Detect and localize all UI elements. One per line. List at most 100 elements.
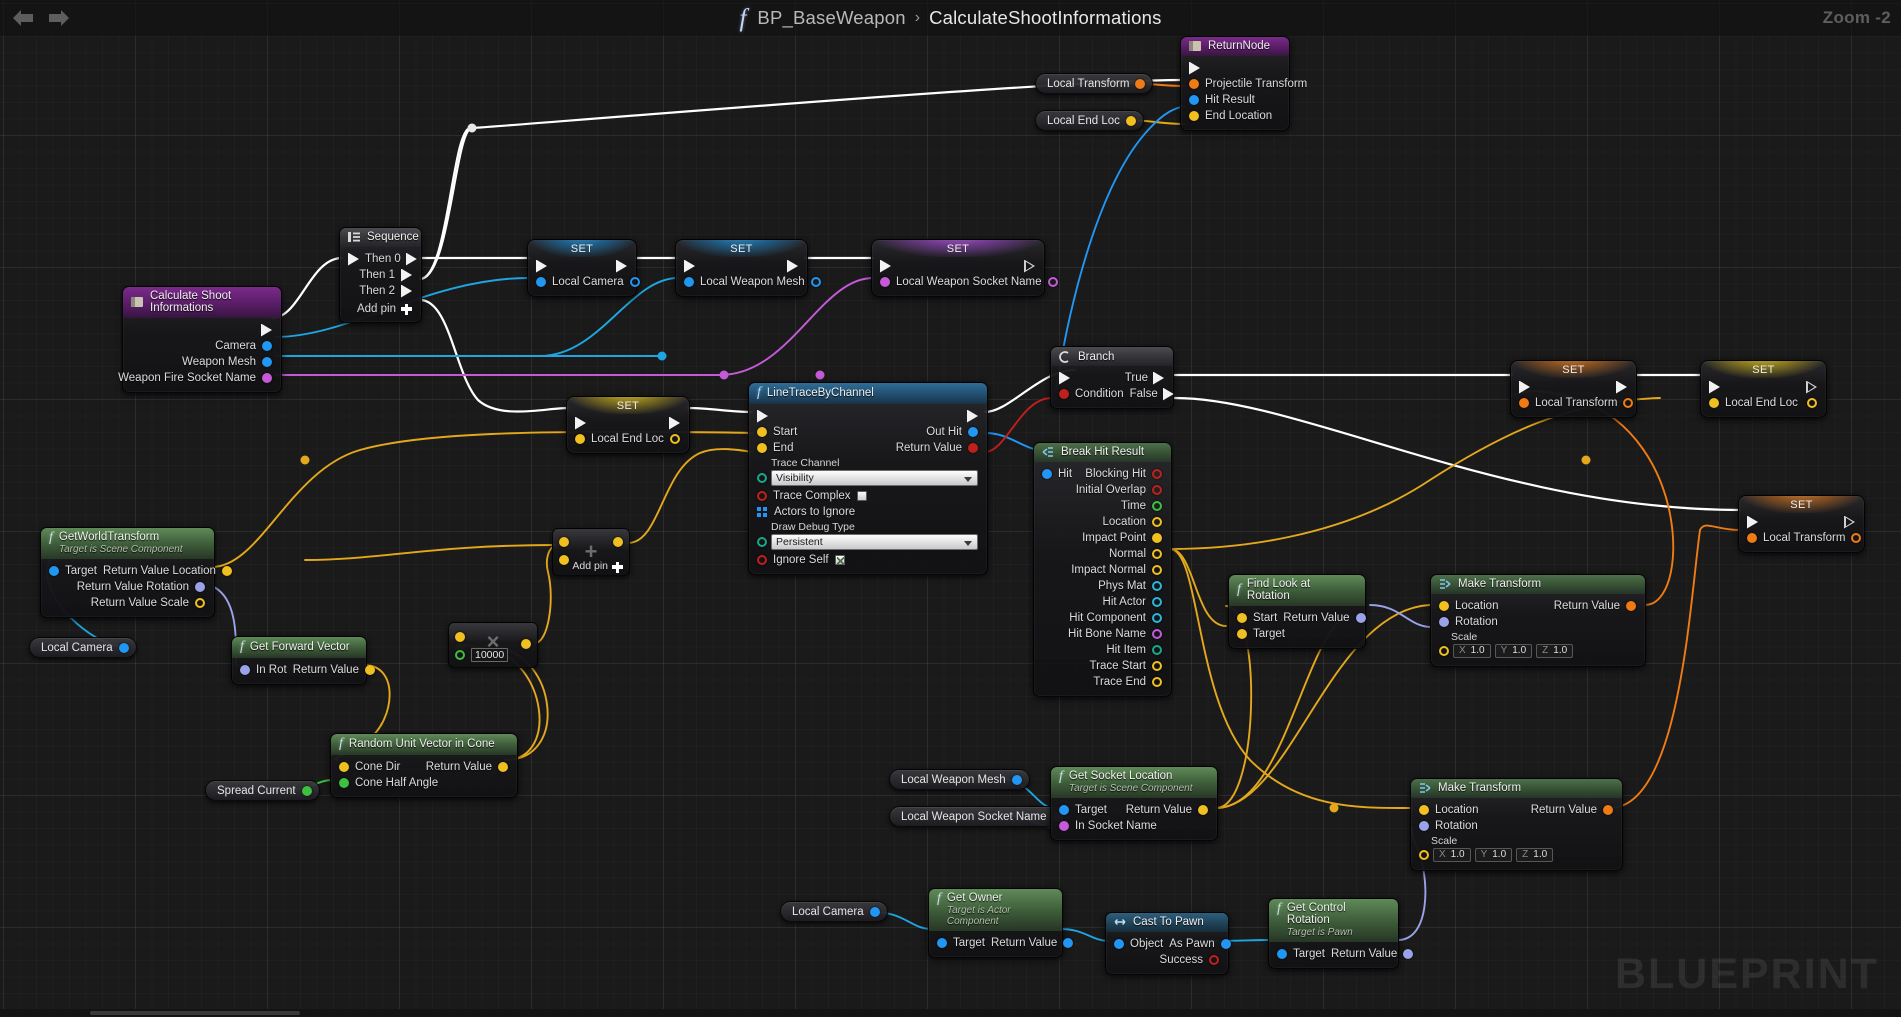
pin-then-1[interactable]: Then 1 (340, 267, 421, 283)
node-set-local-transform-r1[interactable]: SET Local Transform (1510, 360, 1637, 418)
pin-object-aspawn[interactable]: Object As Pawn (1106, 936, 1231, 952)
pin-local-transform[interactable]: Local Transform (1511, 395, 1636, 411)
pin-cone-half-angle[interactable]: Cone Half Angle (331, 775, 517, 791)
pin-exec[interactable] (1511, 379, 1636, 395)
node-line-trace-by-channel[interactable]: f LineTraceByChannel Start Out Hit End R… (748, 382, 988, 575)
variable-spread-current[interactable]: Spread Current (205, 780, 320, 801)
node-function-entry[interactable]: Calculate Shoot Informations Camera Weap… (118, 286, 282, 393)
node-get-forward-vector[interactable]: f Get Forward Vector In Rot Return Value (231, 636, 375, 685)
pin-exec[interactable] (567, 415, 689, 431)
scale-y-field[interactable]: Y 1.0 (1494, 644, 1533, 658)
pin-impact-normal[interactable]: Impact Normal (1034, 562, 1171, 578)
pin-location[interactable]: Location Return Value (1411, 802, 1622, 818)
node-get-owner[interactable]: f Get Owner Target is Actor Component Ta… (928, 888, 1074, 958)
horizontal-scrollbar[interactable] (0, 1009, 1901, 1017)
node-get-control-rotation[interactable]: f Get Control Rotation Target is Pawn Ta… (1268, 898, 1414, 969)
pin-condition-false[interactable]: Condition False (1051, 386, 1174, 402)
node-cast-to-pawn[interactable]: Cast To Pawn Object As Pawn Success (1105, 912, 1231, 975)
pin-hit-actor[interactable]: Hit Actor (1034, 594, 1171, 610)
pin-local-camera[interactable]: Local Camera (528, 274, 640, 290)
scale-y-field[interactable]: Y 1.0 (1474, 848, 1513, 862)
pin-trace-complex[interactable]: Trace Complex (749, 488, 987, 504)
pin-target[interactable]: Target Return Value (929, 935, 1074, 951)
pin-exec[interactable] (1739, 514, 1864, 530)
scale-fields[interactable]: X 1.0 Y 1.0 Z 1.0 (1431, 643, 1645, 660)
pin-weapon-mesh[interactable]: Weapon Mesh (123, 354, 281, 370)
node-return[interactable]: ReturnNode Projectile Transform Hit Resu… (1180, 36, 1307, 131)
pin-trace-end[interactable]: Trace End (1034, 674, 1171, 690)
pin-location[interactable]: Location (1034, 514, 1171, 530)
pin-local-weapon-socket-name[interactable]: Local Weapon Socket Name (872, 274, 1058, 290)
trace-channel-dropdown[interactable]: Visibility (771, 470, 978, 486)
pin-success[interactable]: Success (1106, 952, 1228, 968)
pin-phys-mat[interactable]: Phys Mat (1034, 578, 1171, 594)
pin-then-0[interactable]: Then 0 (340, 251, 421, 267)
node-multiply[interactable]: × 10000 (448, 622, 538, 668)
pin-normal[interactable]: Normal (1034, 546, 1171, 562)
arrow-left-icon[interactable] (12, 8, 34, 28)
pin-target[interactable]: Target Return Value (1051, 802, 1217, 818)
trace-complex-checkbox[interactable] (856, 491, 867, 501)
scrollbar-thumb[interactable] (90, 1011, 300, 1015)
node-add-vector[interactable]: + Add pin (552, 528, 630, 576)
pin-impact-point[interactable]: Impact Point (1034, 530, 1171, 546)
pin-local-end-loc[interactable]: Local End Loc (567, 431, 689, 447)
pin-hit-component[interactable]: Hit Component (1034, 610, 1171, 626)
pin-exec[interactable] (528, 258, 636, 274)
sequence-add-pin-button[interactable]: Add pin (340, 299, 421, 316)
pin-target[interactable]: Target (1229, 626, 1365, 642)
pin-target[interactable]: Target Return Value Location (41, 563, 232, 579)
variable-local-camera-left[interactable]: Local Camera (29, 637, 137, 658)
node-sequence[interactable]: Sequence Then 0 Then 1 Then 2 Add pin (339, 227, 422, 323)
pin-return-rotation[interactable]: Return Value Rotation (41, 579, 214, 595)
pin-hit[interactable]: Hit Blocking Hit (1034, 466, 1171, 482)
pin-exec-true[interactable]: True (1051, 370, 1173, 386)
blueprint-graph-editor[interactable]: f BP_BaseWeapon › CalculateShootInformat… (0, 0, 1901, 1017)
pin-target[interactable]: Target Return Value (1269, 946, 1414, 962)
pin-exec-out[interactable] (123, 322, 281, 338)
node-branch[interactable]: Branch True Condition False (1050, 346, 1174, 409)
pin-rotation[interactable]: Rotation (1411, 818, 1622, 834)
pin-trace-start[interactable]: Trace Start (1034, 658, 1171, 674)
pin-time[interactable]: Time (1034, 498, 1171, 514)
node-random-unit-vector-in-cone[interactable]: f Random Unit Vector in Cone Cone Dir Re… (330, 733, 518, 798)
pin-camera[interactable]: Camera (123, 338, 281, 354)
scale-z-field[interactable]: Z 1.0 (1536, 644, 1574, 658)
pin-projectile-transform[interactable]: Projectile Transform (1181, 76, 1307, 92)
pin-exec[interactable] (1701, 379, 1826, 395)
pin-initial-overlap[interactable]: Initial Overlap (1034, 482, 1171, 498)
scale-z-field[interactable]: Z 1.0 (1516, 848, 1554, 862)
node-get-world-transform[interactable]: f GetWorldTransform Target is Scene Comp… (40, 527, 232, 618)
variable-local-transform[interactable]: Local Transform (1035, 73, 1154, 94)
scale-x-field[interactable]: X 1.0 (1453, 644, 1491, 658)
pin-start[interactable]: Start Return Value (1229, 610, 1366, 626)
node-set-local-weapon-mesh[interactable]: SET Local Weapon Mesh (675, 239, 821, 297)
node-make-transform-top[interactable]: Make Transform Location Return Value Rot… (1430, 574, 1646, 667)
pin-in-socket-name[interactable]: In Socket Name (1051, 818, 1217, 834)
pin-weapon-fire-socket-name[interactable]: Weapon Fire Socket Name (118, 370, 281, 386)
pin-hit-result[interactable]: Hit Result (1181, 92, 1289, 108)
pin-exec[interactable] (676, 258, 807, 274)
node-get-socket-location[interactable]: f Get Socket Location Target is Scene Co… (1050, 766, 1218, 841)
multiply-value-field[interactable]: 10000 (471, 648, 509, 662)
pin-exec-in[interactable] (1181, 60, 1289, 76)
variable-local-weapon-socket-name[interactable]: Local Weapon Socket Name (889, 806, 1071, 827)
pin-in-rot[interactable]: In Rot Return Value (232, 662, 375, 678)
breadcrumb-blueprint[interactable]: BP_BaseWeapon (757, 7, 905, 29)
node-find-look-at-rotation[interactable]: f Find Look at Rotation Start Return Val… (1228, 574, 1366, 649)
pin-return-scale[interactable]: Return Value Scale (41, 595, 214, 611)
pin-exec[interactable] (749, 408, 987, 424)
pin-end-location[interactable]: End Location (1181, 108, 1289, 124)
node-set-local-transform-r2[interactable]: SET Local Transform (1738, 495, 1865, 553)
node-set-local-camera[interactable]: SET Local Camera (527, 239, 640, 297)
breadcrumb-function[interactable]: CalculateShootInformations (929, 7, 1161, 29)
pin-then-2[interactable]: Then 2 (340, 283, 421, 299)
node-break-hit-result[interactable]: Break Hit Result Hit Blocking Hit Initia… (1033, 442, 1172, 697)
variable-local-weapon-mesh[interactable]: Local Weapon Mesh (889, 769, 1030, 790)
pin-exec[interactable] (872, 258, 1044, 274)
pin-actors-to-ignore[interactable]: Actors to Ignore (749, 504, 987, 520)
pin-hit-bone-name[interactable]: Hit Bone Name (1034, 626, 1171, 642)
node-set-local-end-loc-mid[interactable]: SET Local End Loc (566, 396, 690, 454)
pin-location[interactable]: Location Return Value (1431, 598, 1645, 614)
pin-cone-dir[interactable]: Cone Dir Return Value (331, 759, 517, 775)
